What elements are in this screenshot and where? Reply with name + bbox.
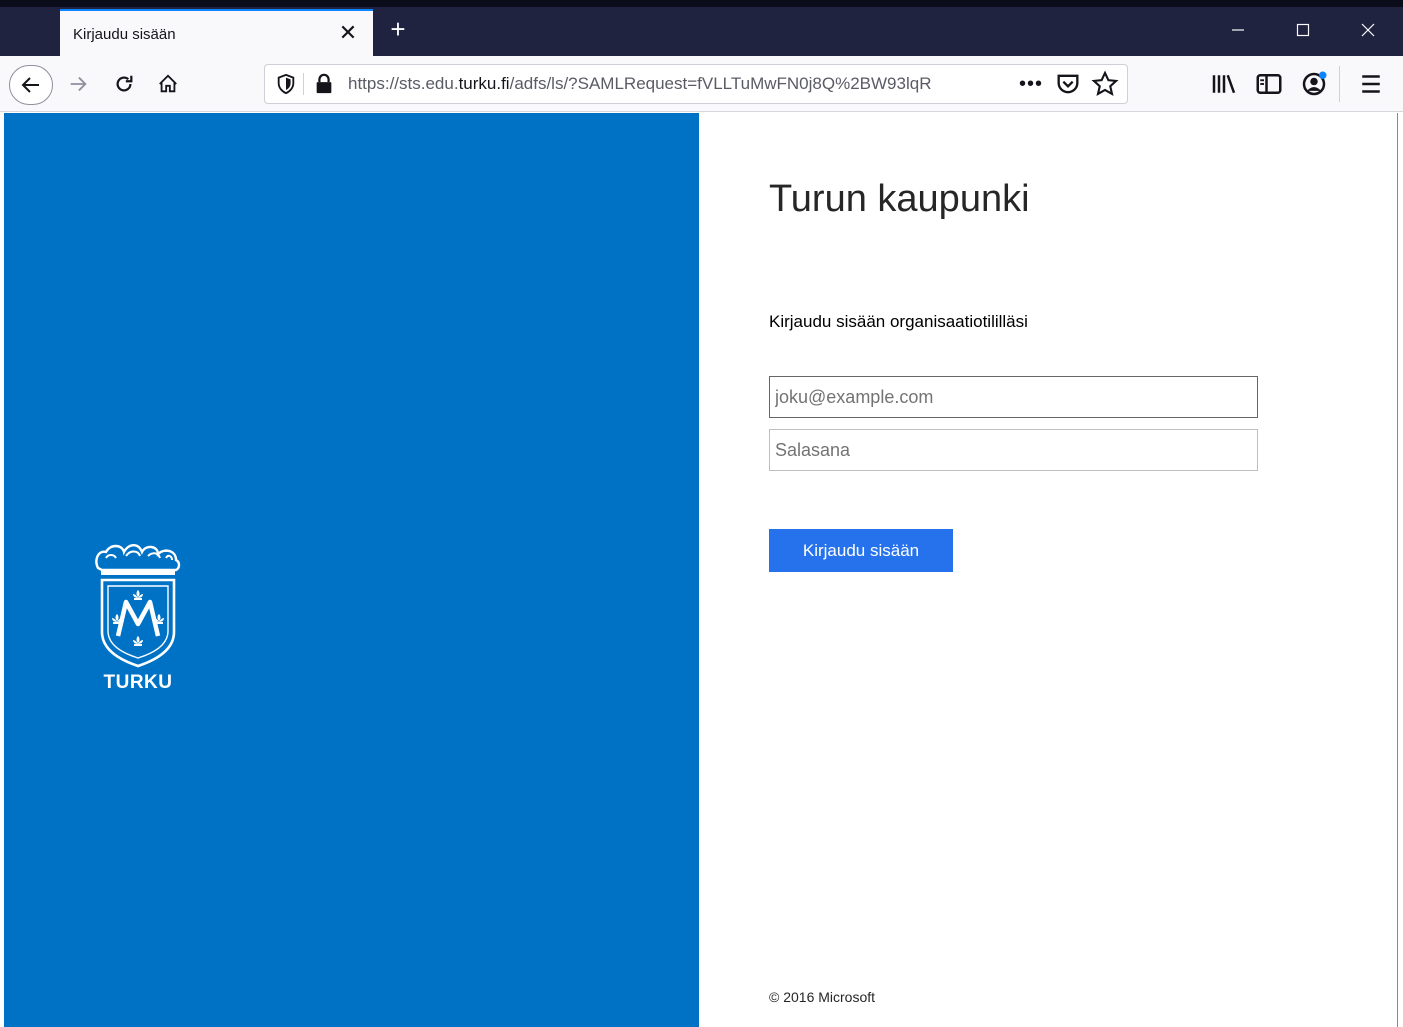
lock-icon[interactable] (313, 73, 335, 95)
page-actions-icon[interactable]: ••• (1017, 70, 1045, 98)
branding-panel: TURKU (4, 113, 699, 1027)
password-input[interactable] (769, 429, 1258, 471)
tab-bar: Kirjaudu sisään ✕ + (0, 0, 1403, 56)
library-icon[interactable] (1209, 69, 1239, 99)
forward-arrow-icon (70, 76, 87, 92)
minimize-icon[interactable] (1205, 7, 1271, 56)
pocket-icon[interactable] (1054, 70, 1082, 98)
home-icon (159, 74, 177, 93)
tab-title: Kirjaudu sisään (73, 26, 176, 43)
url-host: turku.fi (458, 74, 510, 93)
maximize-icon[interactable] (1270, 7, 1336, 56)
login-panel: Turun kaupunki Kirjaudu sisään organisaa… (699, 113, 1398, 1027)
home-button[interactable] (153, 68, 183, 100)
url-fade (972, 71, 1012, 97)
back-arrow-icon (21, 77, 39, 93)
close-window-icon[interactable] (1335, 7, 1401, 56)
page-content: TURKU Turun kaupunki Kirjaudu sisään org… (0, 113, 1403, 1027)
reload-button[interactable] (109, 68, 139, 100)
forward-button[interactable] (63, 68, 93, 100)
navigation-toolbar: https://sts.edu.turku.fi/adfs/ls/?SAMLRe… (0, 56, 1403, 112)
turku-coat-of-arms-icon (95, 544, 181, 668)
url-bar[interactable]: https://sts.edu.turku.fi/adfs/ls/?SAMLRe… (264, 64, 1128, 104)
account-icon[interactable] (1299, 69, 1329, 99)
username-input[interactable] (769, 376, 1258, 418)
tracking-protection-shield-icon[interactable] (275, 73, 297, 95)
organization-title: Turun kaupunki (769, 178, 1030, 220)
toolbar-separator (1339, 66, 1340, 102)
url-path: /adfs/ls/?SAMLRequest=fVLLTuMwFN0j8Q%2BW… (509, 74, 932, 93)
url-scheme: https://sts.edu. (348, 74, 459, 93)
close-glyph (1361, 23, 1375, 37)
menu-hamburger-icon[interactable] (1356, 69, 1386, 99)
new-tab-icon[interactable]: + (384, 15, 412, 43)
tab-close-icon[interactable]: ✕ (335, 20, 361, 46)
back-button[interactable] (9, 65, 53, 105)
url-divider (303, 73, 304, 95)
sign-in-button[interactable]: Kirjaudu sisään (769, 529, 953, 572)
tab-active[interactable]: Kirjaudu sisään ✕ (60, 9, 373, 56)
turku-logo: TURKU (92, 532, 184, 693)
sidebar-icon[interactable] (1254, 69, 1284, 99)
maximize-glyph (1296, 23, 1310, 37)
url-text[interactable]: https://sts.edu.turku.fi/adfs/ls/?SAMLRe… (348, 74, 1002, 96)
logo-text: TURKU (103, 672, 173, 693)
reload-icon (116, 75, 133, 92)
copyright-footer: © 2016 Microsoft (769, 989, 876, 1005)
minimize-glyph (1232, 29, 1244, 31)
login-prompt: Kirjaudu sisään organisaatiotililläsi (769, 312, 1028, 331)
bookmark-star-icon[interactable] (1091, 70, 1119, 98)
browser-window: Kirjaudu sisään ✕ + https://sts.edu.turk… (0, 0, 1403, 1027)
